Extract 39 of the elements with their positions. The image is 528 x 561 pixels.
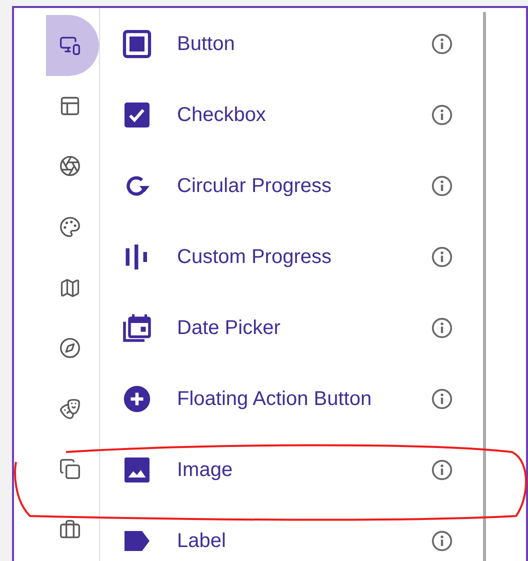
info-icon[interactable]	[431, 174, 453, 196]
info-icon[interactable]	[431, 104, 453, 126]
info-icon[interactable]	[431, 530, 453, 552]
component-label: Image	[177, 458, 234, 482]
component-label: Custom Progress	[177, 244, 332, 270]
component-label: Floating Action Button	[177, 386, 373, 412]
rail-item[interactable]	[46, 15, 99, 76]
component-item[interactable]: Checkbox	[100, 79, 483, 150]
calendar-icon	[122, 312, 152, 342]
component-item[interactable]: Floating Action Button	[100, 363, 483, 434]
info-icon[interactable]	[431, 458, 453, 480]
info-icon[interactable]	[431, 246, 453, 268]
masks-icon	[58, 398, 80, 420]
component-item[interactable]: Circular Progress	[100, 150, 483, 221]
component-label: Label	[177, 528, 227, 554]
compass-icon	[58, 337, 80, 360]
scrollbar[interactable]	[483, 12, 486, 561]
devices-icon	[58, 34, 80, 56]
component-item[interactable]: Date Picker	[100, 292, 483, 363]
component-item[interactable]: Button	[100, 8, 483, 79]
info-icon[interactable]	[431, 32, 453, 54]
image-icon	[122, 454, 152, 484]
copy-icon	[58, 458, 80, 480]
checkbox-icon	[122, 100, 152, 130]
info-icon[interactable]	[431, 388, 453, 410]
info-icon[interactable]	[431, 316, 453, 338]
map-icon	[58, 276, 80, 299]
layout-icon	[58, 94, 80, 117]
component-item[interactable]: Image	[100, 434, 483, 505]
add-icon	[122, 384, 152, 414]
component-label: Date Picker	[177, 316, 282, 340]
component-label: Checkbox	[177, 102, 267, 128]
palette-icon	[58, 216, 80, 238]
aperture-icon	[58, 155, 80, 178]
component-label: Circular Progress	[177, 174, 332, 198]
component-item[interactable]: Custom Progress	[100, 221, 483, 292]
component-item[interactable]: Label	[100, 505, 483, 561]
component-label: Button	[177, 32, 236, 56]
square-icon	[122, 28, 152, 58]
